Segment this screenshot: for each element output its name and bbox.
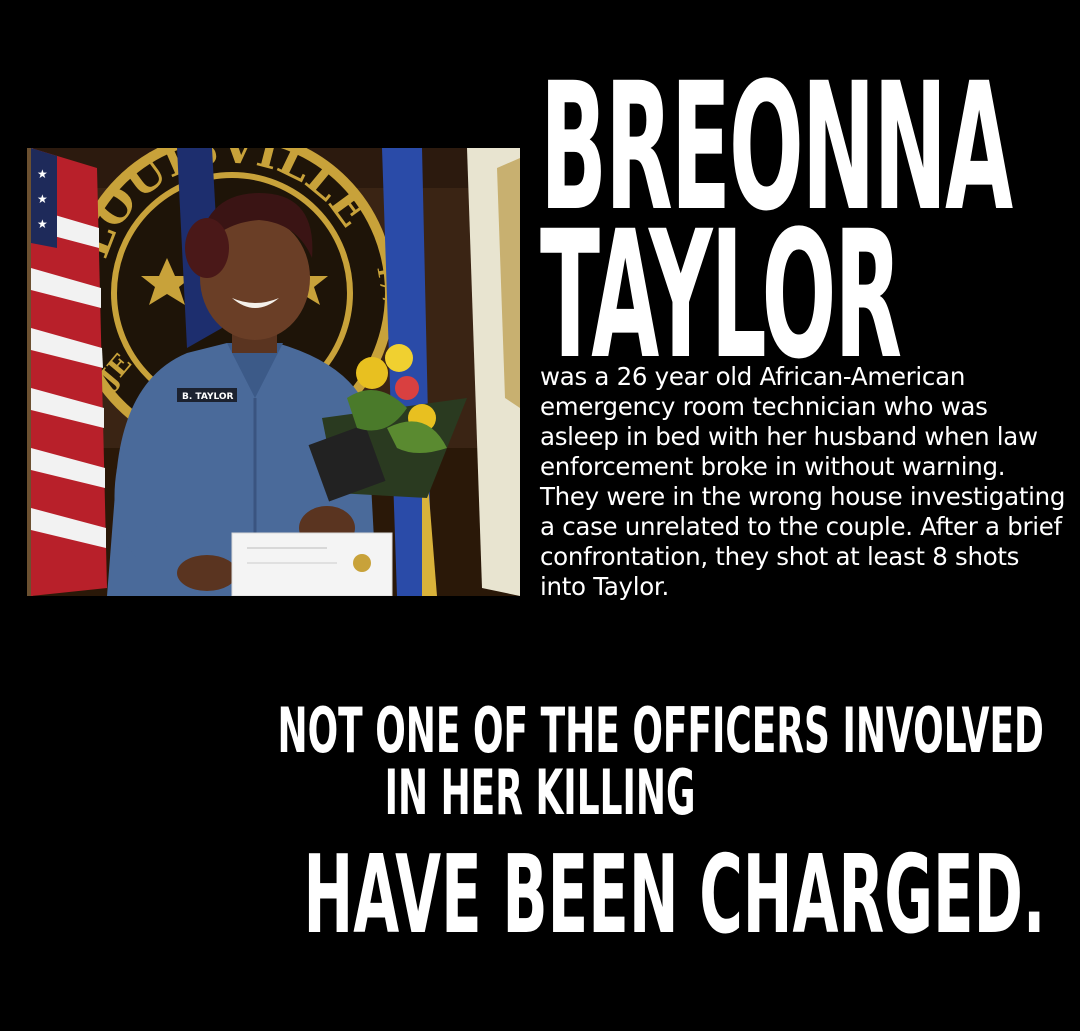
headline-line-3-text: HAVE BEEN CHARGED.: [303, 833, 1046, 958]
headline-line-1-text: NOT ONE OF THE OFFICERS INVOLVED: [277, 694, 1044, 767]
headline-line-1: NOT ONE OF THE OFFICERS INVOLVED: [0, 700, 1080, 762]
headline-line-3: HAVE BEEN CHARGED.: [0, 842, 1080, 950]
title-last-name: TAYLOR: [540, 193, 902, 398]
svg-text:★: ★: [37, 217, 48, 231]
certificate: [231, 532, 393, 596]
portrait-illustration: LOUISVILLE 1778 1778 JE ★ ★ ★: [27, 148, 520, 596]
portrait-photo: LOUISVILLE 1778 1778 JE ★ ★ ★: [27, 148, 520, 596]
name-tag: B. TAYLOR: [182, 392, 234, 402]
svg-text:★: ★: [37, 167, 48, 181]
headline-line-2-text: IN HER KILLING: [384, 756, 696, 829]
headline-line-2: IN HER KILLING: [0, 762, 1080, 824]
bio-paragraph: was a 26 year old African-American emerg…: [540, 362, 1066, 601]
american-flag: ★ ★ ★: [27, 148, 107, 596]
svg-text:★: ★: [37, 192, 48, 206]
